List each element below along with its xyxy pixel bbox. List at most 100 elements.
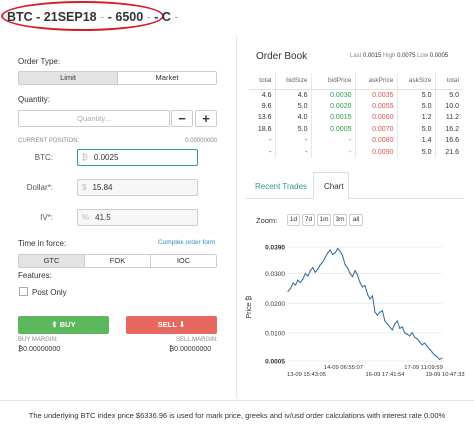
price-point xyxy=(421,344,423,346)
price-point xyxy=(359,281,361,284)
order-book-row[interactable]: 4.6 4.6 0.0030 0.0035 5.0 5.0 xyxy=(249,89,462,101)
buy-margin-value: ₿0.00000000 xyxy=(18,346,61,353)
order-book-stats: Last 0.0015 High 0.0075 Low 0.0005 xyxy=(350,53,448,59)
title-separator: - xyxy=(170,10,179,24)
bid-price-cell[interactable]: - xyxy=(311,146,356,158)
btc-amount-value: 0.0025 xyxy=(93,153,119,162)
price-point xyxy=(369,298,371,300)
price-point xyxy=(356,274,359,276)
price-point xyxy=(354,270,356,272)
sell-margin-label: SELL MARGIN: xyxy=(176,337,218,343)
bid-price-cell[interactable]: 0.0005 xyxy=(311,123,356,135)
ask-price-cell[interactable]: 0.0090 xyxy=(355,146,398,158)
price-point xyxy=(376,314,379,316)
percent-icon: % xyxy=(82,213,90,222)
col-header-ask-price: askPrice xyxy=(355,73,398,90)
order-book-row[interactable]: - - - 0.0090 5.0 21.6 xyxy=(249,146,462,158)
post-only-checkbox[interactable] xyxy=(19,287,28,296)
price-point xyxy=(419,341,421,343)
zoom-all-button[interactable]: all xyxy=(349,214,363,226)
price-point xyxy=(428,348,431,350)
ask-price-cell[interactable]: 0.0035 xyxy=(355,89,398,101)
price-point xyxy=(339,250,341,253)
price-point xyxy=(389,326,391,328)
bid-price-cell[interactable]: 0.0020 xyxy=(311,100,356,112)
ask-size-cell: 5.0 xyxy=(397,146,436,158)
price-point xyxy=(349,273,351,275)
buy-margin-label: BUY MARGIN: xyxy=(18,337,58,343)
low-price: 0.0005 xyxy=(429,53,449,59)
bid-total-cell: 13.6 xyxy=(249,112,276,124)
price-point xyxy=(297,279,299,281)
btc-amount-input[interactable]: ₿ 0.0025 xyxy=(77,149,198,166)
order-type-limit[interactable]: Limit xyxy=(19,72,118,84)
price-point xyxy=(337,247,339,250)
ask-total-cell: 10.0 xyxy=(445,102,459,110)
buy-button[interactable]: ⬆ BUY xyxy=(18,316,109,334)
order-type-selector: Limit Market xyxy=(18,71,217,85)
tab-chart[interactable]: Chart xyxy=(324,182,344,191)
col-header-bid-total: total xyxy=(249,73,276,90)
tif-fok[interactable]: FOK xyxy=(85,255,151,267)
sell-button[interactable]: SELL ⬇ xyxy=(126,316,217,334)
ask-total-cell: 16.2 xyxy=(445,125,459,133)
chart-y-tick-label: 0.0300 xyxy=(265,271,285,278)
time-in-force-label: Time in force: xyxy=(18,239,67,248)
tif-ioc[interactable]: IOC xyxy=(151,255,216,267)
price-chart: 0.0390 0.0300 0.0200 0.0100 0.0005 14-09 06:… xyxy=(245,245,465,379)
order-type-label: Order Type: xyxy=(18,57,61,66)
chart-y-axis-label: Price ₿ xyxy=(245,295,253,318)
ask-price-cell[interactable]: 0.0060 xyxy=(355,112,398,124)
iv-input[interactable]: % 41.5 xyxy=(77,209,198,226)
price-point xyxy=(436,355,438,358)
quantity-input[interactable]: Quantity... xyxy=(18,110,170,127)
low-label: Low xyxy=(417,53,429,59)
order-book-row[interactable]: 9.6 5.0 0.0020 0.0055 5.0 10.0 xyxy=(249,100,462,112)
tab-recent-trades[interactable]: Recent Trades xyxy=(255,182,307,191)
high-label: High xyxy=(383,53,396,59)
bid-price-cell[interactable]: - xyxy=(311,135,356,147)
bid-total-cell: 4.6 xyxy=(249,89,276,101)
bid-total-cell: - xyxy=(249,146,276,158)
price-point xyxy=(399,327,401,330)
price-point xyxy=(312,267,314,269)
price-point xyxy=(317,268,319,270)
complex-order-form-link[interactable]: Complex order form xyxy=(158,239,215,246)
zoom-7d-button[interactable]: 7d xyxy=(302,214,315,226)
price-point xyxy=(431,351,433,353)
tif-gtc[interactable]: GTC xyxy=(19,255,85,267)
price-point xyxy=(289,287,292,290)
price-point xyxy=(344,264,346,266)
dollar-amount-input[interactable]: $15.84 xyxy=(77,179,198,196)
price-point xyxy=(416,338,418,340)
ask-price-cell[interactable]: 0.0070 xyxy=(355,123,398,135)
price-point xyxy=(379,311,381,313)
bid-price-cell[interactable]: 0.0030 xyxy=(311,89,356,101)
instrument-strike: - 6500 xyxy=(107,10,144,24)
iv-label: IV*: xyxy=(40,213,53,222)
ask-price-cell[interactable]: 0.0080 xyxy=(355,135,398,147)
price-point xyxy=(327,252,329,254)
order-book-row[interactable]: - - - 0.0080 1.4 16.6 xyxy=(249,135,462,147)
ask-price-cell[interactable]: 0.0055 xyxy=(355,100,398,112)
price-point xyxy=(334,252,336,254)
price-point xyxy=(309,270,311,272)
title-separator: - xyxy=(143,10,155,24)
chart-x-tick-label: 14-09 06:55:07 xyxy=(324,365,363,371)
quantity-increment-button[interactable]: + xyxy=(195,110,217,127)
price-point xyxy=(406,333,408,335)
quantity-decrement-button[interactable]: − xyxy=(171,110,193,127)
zoom-3m-button[interactable]: 3m xyxy=(333,214,347,226)
last-price: 0.0015 xyxy=(363,53,382,59)
order-type-market[interactable]: Market xyxy=(118,72,216,84)
col-header-bid-size: bidSize xyxy=(275,73,312,90)
price-point xyxy=(384,320,386,322)
ask-size-cell: 5.0 xyxy=(397,89,436,101)
price-point xyxy=(409,335,411,337)
zoom-1m-button[interactable]: 1m xyxy=(317,214,331,226)
order-book-row[interactable]: 18.6 5.0 0.0005 0.0070 5.0 16.2 xyxy=(249,123,462,135)
zoom-1d-button[interactable]: 1d xyxy=(287,214,300,226)
price-point xyxy=(394,323,396,325)
order-book-row[interactable]: 13.6 4.0 0.0015 0.0060 1.2 11.2 xyxy=(249,112,462,124)
bid-price-cell[interactable]: 0.0015 xyxy=(311,112,356,124)
